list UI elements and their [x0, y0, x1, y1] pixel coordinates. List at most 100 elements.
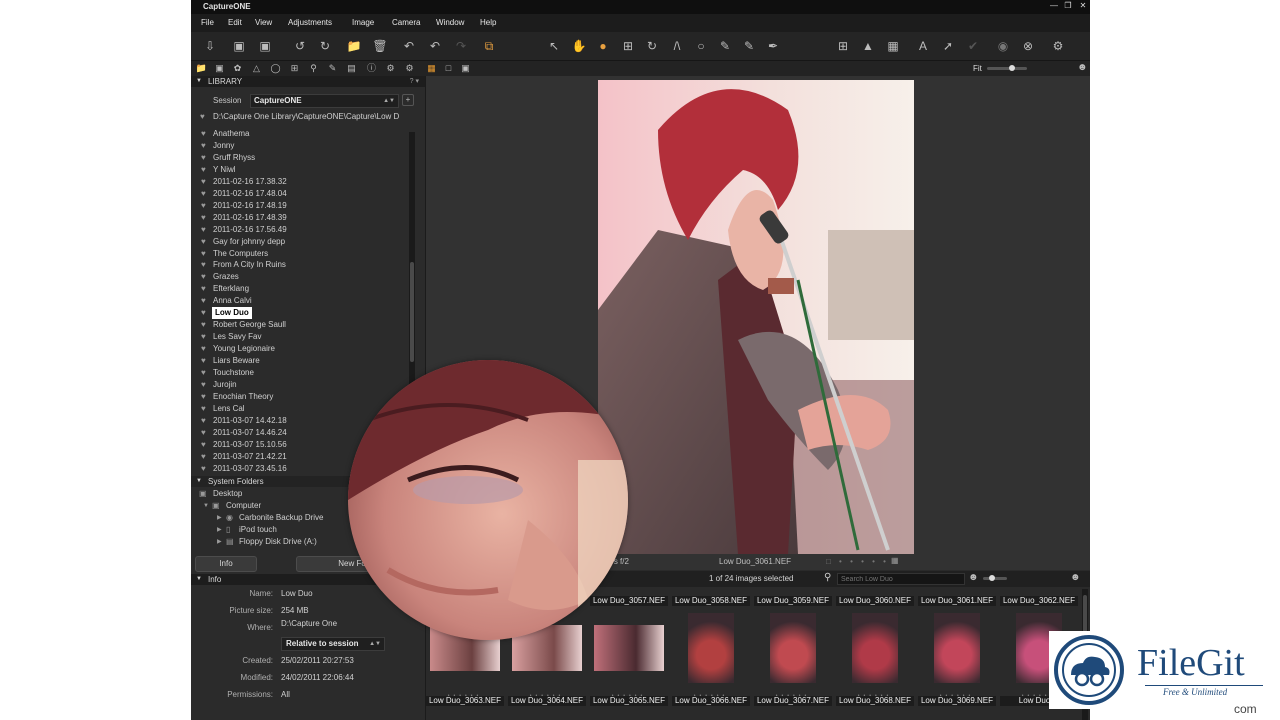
- browser-user-icon[interactable]: ☻: [1070, 572, 1081, 583]
- album-item[interactable]: ♥ Robert George Saull: [201, 319, 406, 331]
- session-select[interactable]: CaptureONE ▲▼: [250, 94, 399, 108]
- menu-file[interactable]: File: [201, 18, 214, 27]
- spot-removal-icon[interactable]: ○: [693, 38, 709, 54]
- grid-icon[interactable]: ⊞: [835, 38, 851, 54]
- album-item[interactable]: ♥ 2011-02-16 17.48.39: [201, 212, 406, 224]
- thumbnail-caption[interactable]: Low Duo_3061.NEF: [918, 596, 996, 606]
- capture-tab-icon[interactable]: ▣: [213, 62, 226, 75]
- thumbnail-image[interactable]: [770, 613, 816, 683]
- menu-image[interactable]: Image: [352, 18, 374, 27]
- menu-window[interactable]: Window: [436, 18, 464, 27]
- thumbnail-caption[interactable]: Low Duo_3067.NEF: [754, 696, 832, 706]
- local-adj-tab-icon[interactable]: ✎: [326, 62, 339, 75]
- user-icon[interactable]: ☻: [1077, 62, 1088, 73]
- rating-stars[interactable]: □ • • • • •: [826, 557, 889, 566]
- thumbnail-caption[interactable]: Low Duo_3063.NEF: [426, 696, 504, 706]
- menu-camera[interactable]: Camera: [392, 18, 420, 27]
- capture-icon[interactable]: ▣: [231, 38, 247, 54]
- album-item[interactable]: ♥ Efterklang: [201, 283, 406, 295]
- album-item[interactable]: ♥ Liars Beware: [201, 355, 406, 367]
- collapse-arrow-icon[interactable]: ▼: [196, 76, 202, 87]
- check-icon[interactable]: ✔: [965, 38, 981, 54]
- album-item[interactable]: ♥ 2011-02-16 17.56.49: [201, 224, 406, 236]
- thumbnail-image[interactable]: [852, 613, 898, 683]
- album-item[interactable]: ♥ Les Savy Fav: [201, 331, 406, 343]
- output-tab-icon[interactable]: ▤: [345, 62, 358, 75]
- color-tab-icon[interactable]: ✿: [231, 62, 244, 75]
- collapse-arrow-icon[interactable]: ▼: [196, 574, 202, 585]
- thumbnail-caption[interactable]: Low Duo_3068.NEF: [836, 696, 914, 706]
- view-grid-icon[interactable]: ▦: [425, 62, 438, 75]
- thumbnail-caption[interactable]: Low Duo_3062.NEF: [1000, 596, 1078, 606]
- camera-icon[interactable]: ◉: [995, 38, 1011, 54]
- exposure-tab-icon[interactable]: △: [250, 62, 263, 75]
- menu-help[interactable]: Help: [480, 18, 496, 27]
- copy-adjustments-icon[interactable]: ⧉: [481, 38, 497, 54]
- browser-scrollbar-thumb[interactable]: [1083, 595, 1087, 635]
- crop-tab-icon[interactable]: ⊞: [288, 62, 301, 75]
- picker-icon[interactable]: ✒: [765, 38, 781, 54]
- album-scrollbar[interactable]: [409, 132, 415, 422]
- library-header[interactable]: ▼ LIBRARY ? ▾: [191, 76, 425, 87]
- album-item[interactable]: ♥ From A City In Ruins: [201, 259, 406, 271]
- library-tab-icon[interactable]: 📁: [195, 62, 208, 75]
- crop-icon[interactable]: ⊞: [620, 38, 636, 54]
- menu-edit[interactable]: Edit: [228, 18, 242, 27]
- album-item[interactable]: ♥ Enochian Theory: [201, 391, 406, 403]
- album-item[interactable]: ♥ Gruff Rhyss: [201, 152, 406, 164]
- thumbnail-cell[interactable]: ••••••Low Duo_3067.NEF: [754, 609, 832, 706]
- settings-gear-icon[interactable]: ⚙: [1050, 38, 1066, 54]
- move-to-folder-icon[interactable]: 📁: [346, 38, 362, 54]
- search-icon[interactable]: ⚲: [824, 572, 831, 583]
- album-item[interactable]: ♥ Low Duo: [201, 307, 406, 320]
- thumbnail-caption[interactable]: Low Duo_3069.NEF: [918, 696, 996, 706]
- thumbnail-caption[interactable]: Low Duo_3057.NEF: [590, 596, 668, 606]
- close-icon[interactable]: ✕: [1075, 0, 1090, 12]
- zoom-slider-handle[interactable]: [1009, 65, 1015, 71]
- thumbnail-cell[interactable]: ••••••Low Duo_3069.NEF: [918, 609, 996, 706]
- thumbnail-cell[interactable]: ••••••Low Duo_3068.NEF: [836, 609, 914, 706]
- thumbnail-caption[interactable]: Low Duo_3058.NEF: [672, 596, 750, 606]
- text-icon[interactable]: A: [915, 38, 931, 54]
- thumbnail-caption[interactable]: Low Duo_3060.NEF: [836, 596, 914, 606]
- process-icon[interactable]: ▣: [257, 38, 273, 54]
- relative-to-session-select[interactable]: Relative to session ▲▼: [281, 637, 385, 651]
- expand-arrow-icon[interactable]: ▶: [217, 524, 222, 536]
- rotate-left-icon[interactable]: ↺: [292, 38, 308, 54]
- filter-user-icon[interactable]: ☻: [968, 572, 979, 583]
- album-item[interactable]: ♥ Anna Calvi: [201, 295, 406, 307]
- view-single-icon[interactable]: □: [442, 62, 455, 75]
- album-item[interactable]: ♥ Jurojin: [201, 379, 406, 391]
- thumbnail-image[interactable]: [688, 613, 734, 683]
- album-item[interactable]: ♥ Grazes: [201, 271, 406, 283]
- redo-icon[interactable]: ↷: [453, 38, 469, 54]
- thumbnail-image[interactable]: [934, 613, 980, 683]
- thumbnail-caption[interactable]: Low Duo_3065.NEF: [590, 696, 668, 706]
- batch-tab-icon[interactable]: ⚙: [403, 62, 416, 75]
- lens-tab-icon[interactable]: ◯: [269, 62, 282, 75]
- album-scrollbar-thumb[interactable]: [410, 262, 414, 362]
- expand-arrow-icon[interactable]: ▶: [217, 512, 222, 524]
- menu-adjustments[interactable]: Adjustments: [288, 18, 332, 27]
- thumbnail-caption[interactable]: Low Duo_3059.NEF: [754, 596, 832, 606]
- cancel-icon[interactable]: ⊗: [1020, 38, 1036, 54]
- album-item[interactable]: ♥ Y Niwl: [201, 164, 406, 176]
- add-album-button[interactable]: +: [402, 94, 414, 106]
- view-browser-icon[interactable]: ▣: [459, 62, 472, 75]
- collapse-arrow-icon[interactable]: ▼: [196, 476, 202, 487]
- eraser-icon[interactable]: ✎: [741, 38, 757, 54]
- album-item[interactable]: ♥ Jonny: [201, 140, 406, 152]
- thumb-size-slider[interactable]: [983, 577, 1007, 580]
- album-item[interactable]: ♥ Lens Cal: [201, 403, 406, 415]
- brush-icon[interactable]: ✎: [717, 38, 733, 54]
- select-cursor-icon[interactable]: ↖: [546, 38, 562, 54]
- album-item[interactable]: ♥ 2011-02-16 17.38.32: [201, 176, 406, 188]
- trash-icon[interactable]: 🗑: [372, 38, 388, 54]
- overlay-grid-icon[interactable]: ▦: [885, 38, 901, 54]
- album-item[interactable]: ♥ The Computers: [201, 248, 406, 260]
- exposure-warning-icon[interactable]: ▲: [860, 38, 876, 54]
- search-input[interactable]: [837, 573, 965, 585]
- zoom-slider[interactable]: [987, 67, 1027, 70]
- thumbnail-cell[interactable]: ••••••Low Duo_3066.NEF: [672, 609, 750, 706]
- loupe-icon[interactable]: ●: [595, 38, 611, 54]
